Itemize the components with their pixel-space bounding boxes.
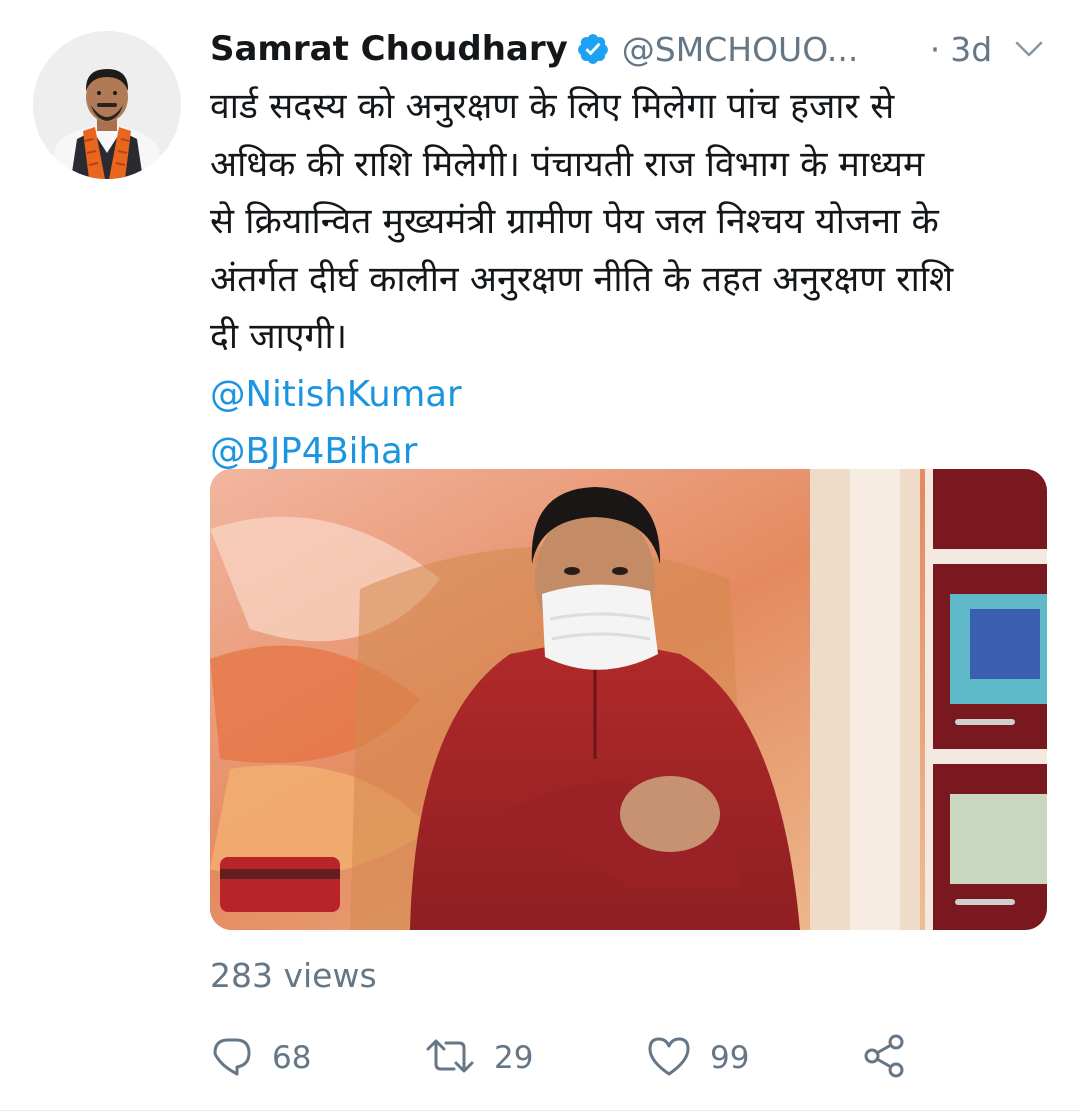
reply-icon (210, 1034, 254, 1082)
like-button[interactable]: 99 (646, 1028, 749, 1088)
mention-link[interactable]: @NitishKumar (210, 366, 1060, 424)
tweet-text-line: अंतर्गत दीर्घ कालीन अनुरक्षण नीति के तहत… (210, 258, 954, 300)
tweet-text: वार्ड सदस्य को अनुरक्षण के लिए मिलेगा पा… (210, 78, 1060, 481)
chevron-down-icon[interactable] (1012, 34, 1046, 64)
tweet-header: Samrat Choudhary @SMCHOUO... · 3d (210, 26, 1050, 72)
tweet-text-line: से क्रियान्वित मुख्यमंत्री ग्रामीण पेय ज… (210, 201, 939, 242)
retweet-count: 29 (494, 1040, 534, 1076)
like-count: 99 (710, 1040, 750, 1076)
verified-badge-icon (576, 32, 610, 66)
retweet-button[interactable]: 29 (424, 1028, 533, 1088)
video-thumbnail[interactable] (210, 469, 1047, 930)
separator-dot: · (929, 29, 941, 69)
timestamp[interactable]: 3d (950, 30, 992, 69)
share-icon (860, 1032, 908, 1084)
reply-count: 68 (272, 1040, 312, 1076)
tweet-text-line: वार्ड सदस्य को अनुरक्षण के लिए मिलेगा पा… (210, 86, 895, 127)
heart-icon (646, 1034, 692, 1082)
author-avatar[interactable] (33, 31, 181, 179)
tweet-actions: 68 29 99 (210, 1028, 1047, 1088)
reply-button[interactable]: 68 (210, 1028, 311, 1088)
view-count: 283 views (210, 956, 377, 995)
retweet-icon (424, 1034, 476, 1082)
tweet-text-line: अधिक की राशि मिलेगी। पंचायती राज विभाग क… (210, 143, 925, 185)
tweet: Samrat Choudhary @SMCHOUO... · 3d वार्ड … (0, 0, 1080, 1116)
tweet-text-line: दी जाएगी। (210, 316, 348, 357)
divider (0, 1110, 1080, 1111)
share-button[interactable] (860, 1028, 908, 1088)
author-name[interactable]: Samrat Choudhary (210, 29, 568, 69)
author-handle[interactable]: @SMCHOUO... (622, 30, 902, 69)
